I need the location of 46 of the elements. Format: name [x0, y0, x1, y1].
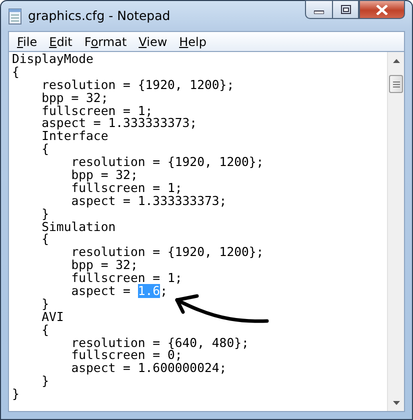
code-text: DisplayMode	[12, 52, 94, 66]
code-text: resolution = {1920, 1200};	[70, 155, 264, 170]
window-title: graphics.cfg - Notepad	[28, 6, 170, 25]
notepad-icon	[8, 8, 22, 24]
code-text: fullscreen = 1;	[70, 271, 182, 286]
maximize-button[interactable]	[332, 0, 359, 19]
maximize-icon	[340, 5, 350, 14]
close-icon	[376, 4, 388, 14]
code-text: fullscreen = 0;	[70, 348, 182, 362]
code-text: aspect = 1.600000024;	[70, 361, 227, 376]
code-text: {	[40, 232, 50, 246]
code-text: bpp = 32;	[40, 90, 108, 105]
code-text: resolution = {640, 480};	[70, 336, 249, 350]
code-text: {	[12, 64, 20, 79]
scroll-thumb[interactable]	[389, 75, 403, 93]
code-text: {	[40, 322, 50, 337]
menu-item[interactable]: Help	[173, 32, 213, 50]
scrollbar[interactable]	[387, 52, 404, 411]
code-text: {	[40, 142, 50, 156]
up-arrow-icon	[392, 58, 400, 62]
code-text: bpp = 32;	[70, 168, 138, 182]
code-text: }	[40, 296, 50, 311]
grip-icon	[392, 80, 400, 88]
code-text: }	[40, 374, 50, 388]
code-text: resolution = {1920, 1200};	[40, 78, 234, 92]
code-text: bpp = 32;	[70, 258, 138, 272]
menu-item[interactable]: Edit	[43, 32, 78, 50]
down-arrow-icon	[392, 400, 400, 404]
menu-item[interactable]: View	[132, 32, 174, 50]
minimize-button[interactable]	[305, 0, 332, 19]
code-text: Simulation	[40, 220, 116, 234]
code-text: aspect = 1.333333373;	[40, 116, 198, 130]
code-text: }	[40, 206, 50, 221]
code-text: ;	[160, 284, 168, 298]
code-text: aspect = 1.333333373;	[70, 194, 227, 208]
code-text: fullscreen = 1;	[40, 104, 153, 118]
code-text: resolution = {1920, 1200};	[70, 245, 264, 260]
selected-text: 1.6	[138, 284, 160, 298]
menu-item[interactable]: File	[11, 32, 44, 50]
code-text: Interface	[40, 129, 108, 144]
code-text: AVI	[40, 310, 64, 324]
close-button[interactable]	[359, 0, 405, 19]
code-text: fullscreen = 1;	[70, 180, 182, 195]
code-text: aspect =	[70, 284, 132, 298]
menu-item[interactable]: Format	[78, 32, 133, 50]
code-text: }	[12, 387, 20, 402]
